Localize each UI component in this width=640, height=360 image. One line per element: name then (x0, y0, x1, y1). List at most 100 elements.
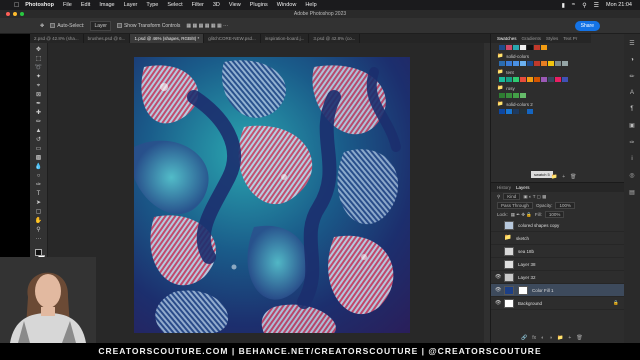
gradient-tool-icon[interactable]: ▩ (34, 155, 44, 161)
tab-layers[interactable]: Layers (516, 185, 530, 190)
swatch[interactable] (527, 61, 533, 66)
layer-row[interactable]: Layer 38 (491, 258, 625, 271)
swatch-group[interactable]: 📁 rosy (497, 85, 591, 91)
swatch[interactable] (527, 77, 533, 82)
layer-row-selected[interactable]: 👁 Color Fill 1 (491, 284, 625, 297)
adjustment-icon[interactable]: ◑ (549, 335, 552, 341)
swatch[interactable] (534, 77, 540, 82)
hand-tool-icon[interactable]: ✋ (34, 218, 44, 224)
auto-select-checkbox[interactable]: Auto-Select: (50, 23, 84, 29)
tab-document[interactable]: brushes.psd @ 6... (84, 34, 131, 43)
trash-icon[interactable]: 🗑 (576, 335, 582, 341)
swatch[interactable] (520, 77, 526, 82)
swatch[interactable] (506, 77, 512, 82)
canvas-area[interactable] (48, 43, 490, 343)
adjustments-icon[interactable]: ◑ (630, 57, 634, 63)
menu-image[interactable]: Image (99, 2, 114, 8)
close-window-button[interactable] (6, 12, 10, 16)
frame-tool-icon[interactable]: ⊠ (34, 92, 44, 98)
layer-row[interactable]: 👁 Layer 32 (491, 271, 625, 284)
swatch[interactable] (506, 109, 512, 114)
swatch[interactable] (562, 61, 568, 66)
tab-styles[interactable]: Styles (546, 36, 558, 41)
menu-filter[interactable]: Filter (192, 2, 204, 8)
new-group-icon[interactable]: 📁 (551, 174, 557, 180)
mask-icon[interactable]: ◐ (541, 335, 544, 341)
eyedropper-tool-icon[interactable]: ✒ (34, 101, 44, 107)
swatch[interactable] (506, 93, 512, 98)
swatch[interactable] (506, 45, 512, 50)
menu-view[interactable]: View (229, 2, 241, 8)
swatch[interactable] (513, 77, 519, 82)
paragraph-icon[interactable]: ¶ (630, 106, 633, 112)
eye-icon[interactable]: 👁 (495, 300, 501, 306)
character-icon[interactable]: A (630, 90, 634, 96)
path-selection-tool-icon[interactable]: ➤ (34, 200, 44, 206)
libraries-icon[interactable]: ▤ (629, 189, 635, 196)
swatch[interactable] (562, 77, 568, 82)
tab-document[interactable]: glitchCORE-NEW.psd... (204, 34, 261, 43)
brush-tool-icon[interactable]: ✏ (34, 119, 44, 125)
tab-swatches[interactable]: Swatches (497, 36, 517, 41)
menu-3d[interactable]: 3D (213, 2, 220, 8)
healing-brush-tool-icon[interactable]: ✚ (34, 110, 44, 116)
swatch[interactable] (534, 45, 540, 50)
swatch[interactable] (513, 109, 519, 114)
swatch[interactable] (527, 109, 533, 114)
swatch[interactable] (541, 45, 547, 50)
swatch-group[interactable]: 📁 solid-colors (497, 53, 591, 59)
swatch[interactable] (520, 45, 526, 50)
swatch-group[interactable]: 📁 solid-colors 2 (497, 101, 591, 107)
layer-row[interactable]: colored shapes copy (491, 219, 625, 232)
marquee-tool-icon[interactable]: ⬚ (34, 56, 44, 62)
menu-window[interactable]: Window (277, 2, 297, 8)
share-button[interactable]: Share (574, 21, 600, 31)
menu-layer[interactable]: Layer (124, 2, 138, 8)
opacity-input[interactable]: 100% (555, 202, 575, 209)
battery-icon[interactable]: ▮ (562, 2, 565, 9)
tab-gradients[interactable]: Gradients (522, 36, 542, 41)
swatch[interactable] (520, 61, 526, 66)
swatch[interactable] (506, 61, 512, 66)
swatch[interactable] (541, 77, 547, 82)
swatch[interactable] (555, 77, 561, 82)
clone-stamp-tool-icon[interactable]: ▲ (34, 128, 44, 134)
blur-tool-icon[interactable]: 💧 (34, 164, 44, 170)
fill-input[interactable]: 100% (544, 211, 565, 218)
new-group-icon[interactable]: 📁 (557, 335, 563, 341)
history-brush-tool-icon[interactable]: ↺ (34, 137, 44, 143)
navigator-icon[interactable]: ◎ (629, 172, 634, 179)
tab-document[interactable]: inspiration-board.j... (261, 34, 310, 43)
fx-icon[interactable]: fx (532, 335, 536, 341)
minimize-window-button[interactable] (13, 12, 17, 16)
control-center-icon[interactable]: ☰ (594, 2, 599, 9)
menu-select[interactable]: Select (167, 2, 182, 8)
info-icon[interactable]: i (631, 156, 632, 162)
menu-help[interactable]: Help (305, 2, 316, 8)
dodge-tool-icon[interactable]: ○ (34, 173, 44, 179)
link-icon[interactable]: 🔗 (521, 335, 527, 341)
swatch[interactable] (513, 45, 519, 50)
shape-tool-icon[interactable]: ▢ (34, 209, 44, 215)
swatch[interactable] (499, 93, 505, 98)
swatch[interactable] (527, 45, 533, 50)
artwork-canvas[interactable] (134, 57, 410, 333)
swatch[interactable] (555, 61, 561, 66)
swatch[interactable] (548, 61, 554, 66)
zoom-tool-icon[interactable]: ⚲ (34, 227, 44, 233)
swatch[interactable] (520, 109, 526, 114)
more-tools-icon[interactable]: ··· (34, 236, 44, 242)
new-swatch-icon[interactable]: + (562, 174, 565, 180)
tab-document-active[interactable]: 1.psd @ 46% (shapes, RGB/8) * (130, 34, 205, 43)
eye-icon[interactable]: 👁 (495, 287, 501, 293)
apple-icon[interactable]:  (14, 2, 19, 9)
tab-text-presets[interactable]: Text Pr (563, 36, 577, 41)
layer-row[interactable]: 📁 sketch (491, 232, 625, 245)
move-tool-icon[interactable]: ✥ (34, 47, 44, 53)
move-tool-icon[interactable]: ✥ (40, 23, 44, 29)
brush-settings-icon[interactable]: ✏ (629, 73, 634, 80)
layer-row[interactable]: 👁 Background 🔒 (491, 297, 625, 310)
menu-type[interactable]: Type (146, 2, 158, 8)
menu-app[interactable]: Photoshop (25, 2, 54, 8)
menu-plugins[interactable]: Plugins (250, 2, 268, 8)
